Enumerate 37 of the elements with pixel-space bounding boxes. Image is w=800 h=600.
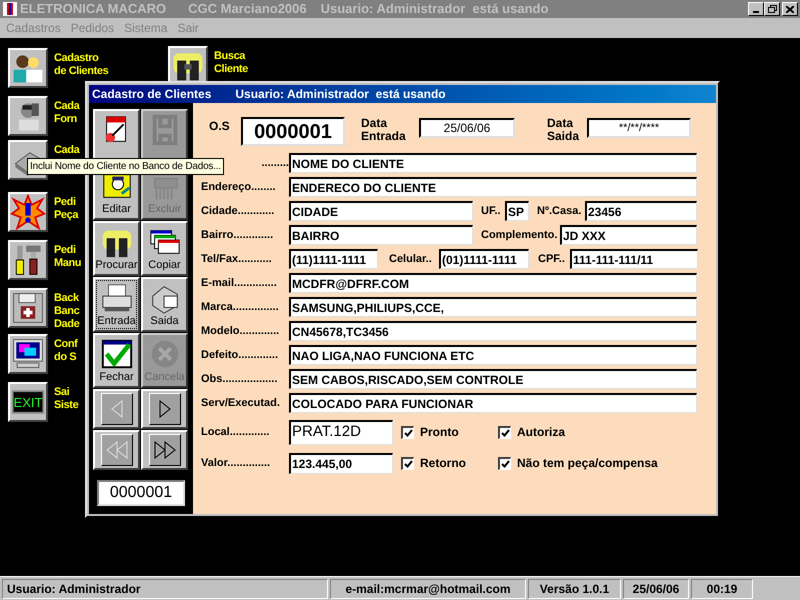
checkbox-label: Pronto bbox=[420, 424, 459, 441]
checkbox-label: Retorno bbox=[420, 455, 466, 472]
status-field: e-mail:mcrmar@hotmail.com bbox=[330, 578, 526, 598]
field-label: UF.. bbox=[481, 204, 501, 219]
tooltip: Inclui Nome do Cliente no Banco de Dados... bbox=[27, 158, 224, 175]
field-label: Marca............... bbox=[201, 300, 279, 315]
field-label: Serv/Executad. bbox=[201, 396, 280, 411]
checkbox-label: Não tem peça/compensa bbox=[517, 455, 658, 472]
field-label: Obs.................. bbox=[201, 372, 278, 387]
status-field: 25/06/06 bbox=[623, 578, 689, 598]
company-name: CGC Marciano2006 bbox=[188, 0, 307, 18]
status-field: Usuario: Administrador bbox=[2, 578, 328, 598]
field-label: Local............. bbox=[201, 424, 270, 440]
checkbox-label: Autoriza bbox=[517, 424, 565, 441]
field-label: E-mail.............. bbox=[201, 276, 277, 291]
field-label: Celular.. bbox=[389, 252, 432, 267]
field-label: Nº.Casa. bbox=[537, 204, 582, 219]
record-counter: 0000001 bbox=[97, 480, 185, 506]
field-label: CPF.. bbox=[538, 252, 565, 267]
date-out-label: Data Saida bbox=[547, 117, 580, 143]
status-field: Versão 1.0.1 bbox=[528, 578, 621, 598]
field-label: Tel/Fax........... bbox=[201, 252, 272, 267]
field-label: ......... bbox=[261, 156, 289, 171]
field-label: Valor.............. bbox=[201, 456, 272, 471]
field-label: Endereço........ bbox=[201, 180, 276, 195]
date-in-label: Data Entrada bbox=[361, 117, 407, 143]
field-label: Modelo............. bbox=[201, 324, 280, 339]
field-label: Complemento. bbox=[481, 228, 558, 243]
user-label: Usuario: Administrador está usando bbox=[320, 0, 548, 18]
field-label: Defeito............. bbox=[201, 348, 278, 363]
dialog-user-label: Usuario: Administrador está usando bbox=[235, 86, 446, 103]
os-label: O.S bbox=[208, 118, 231, 135]
field-label: Cidade............ bbox=[201, 204, 274, 219]
field-label: Bairro............. bbox=[201, 228, 274, 243]
dialog-title: Cadastro de Clientes bbox=[92, 86, 212, 103]
status-field: 00:19 bbox=[691, 578, 753, 598]
window-title: ELETRONICA MACARO bbox=[20, 0, 166, 18]
